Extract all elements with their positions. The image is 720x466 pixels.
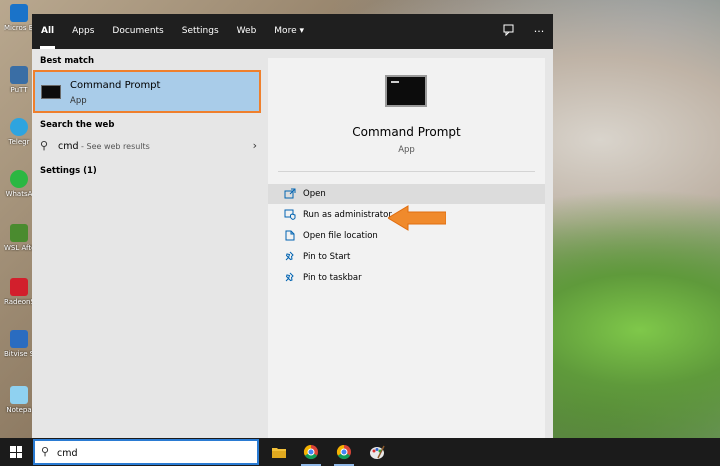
desktop-icon-label: PuTT — [10, 86, 28, 94]
settings-heading[interactable]: Settings (1) — [40, 166, 97, 176]
desktop-icon-label: WhatsA — [5, 190, 33, 198]
windows-start-icon[interactable] — [10, 446, 22, 458]
pin-icon — [284, 272, 296, 283]
whatsapp-icon — [10, 170, 28, 188]
preview-pane: Command Prompt App Open Run as administr… — [268, 58, 545, 438]
taskbar-search-box[interactable]: ⚲ — [33, 439, 259, 465]
desktop-icon-wsl[interactable]: WSL Afterbu — [4, 224, 34, 252]
web-hint: - See web results — [78, 142, 150, 151]
putty-icon — [10, 66, 28, 84]
run-as-admin-icon — [284, 209, 296, 220]
tab-more[interactable]: More ▾ — [265, 14, 313, 49]
desktop-icon-label: Micros Edge — [4, 24, 34, 32]
desktop-icon-radeon[interactable]: RadeonS — [4, 278, 34, 306]
search-icon: ⚲ — [40, 139, 49, 152]
best-match-command-prompt[interactable]: Command Prompt App — [33, 70, 261, 113]
web-result-row[interactable]: ⚲ cmd - See web results › — [32, 136, 265, 158]
telegram-icon — [10, 118, 28, 136]
action-label: Open — [303, 189, 326, 199]
action-label: Pin to Start — [303, 252, 351, 262]
taskbar: ⚲ — [0, 438, 720, 466]
wsl-icon — [10, 224, 28, 242]
file-explorer-icon[interactable] — [271, 444, 287, 460]
start-search-panel: All Apps Documents Settings Web More ▾ ·… — [32, 14, 553, 438]
search-web-heading: Search the web — [40, 120, 115, 130]
taskbar-search-input[interactable] — [57, 445, 247, 461]
command-prompt-large-icon — [385, 75, 427, 107]
action-pin-to-start[interactable]: Pin to Start — [268, 247, 545, 267]
best-match-heading: Best match — [40, 56, 95, 66]
desktop-icon-whatsapp[interactable]: WhatsA — [4, 170, 34, 198]
action-open[interactable]: Open — [268, 184, 545, 204]
desktop-icon-label: RadeonS — [4, 298, 34, 306]
action-pin-to-taskbar[interactable]: Pin to taskbar — [268, 268, 545, 288]
desktop-icon-label: Notepa — [6, 406, 32, 414]
preview-subtitle: App — [398, 145, 415, 155]
bitvise-icon — [10, 330, 28, 348]
search-icon: ⚲ — [41, 445, 50, 458]
action-label: Open file location — [303, 231, 378, 241]
chrome-icon[interactable] — [336, 444, 352, 460]
radeon-icon — [10, 278, 28, 296]
file-location-icon — [284, 230, 296, 241]
tab-web[interactable]: Web — [228, 14, 266, 49]
paint-icon[interactable] — [369, 444, 385, 460]
pin-icon — [284, 251, 296, 262]
results-list: Best match Command Prompt App Search the… — [32, 49, 265, 438]
desktop-icon-bitvise[interactable]: Bitvise SSH Client — [4, 330, 34, 358]
search-filter-bar: All Apps Documents Settings Web More ▾ ·… — [32, 14, 553, 49]
desktop-icon-edge[interactable]: Micros Edge — [4, 4, 34, 32]
chrome-icon[interactable] — [303, 444, 319, 460]
desktop-icon-label: Bitvise SSH Client — [4, 350, 34, 358]
open-icon — [284, 188, 296, 199]
tab-all[interactable]: All — [32, 14, 63, 49]
tab-apps[interactable]: Apps — [63, 14, 103, 49]
action-label: Run as administrator — [303, 210, 392, 220]
edge-icon — [10, 4, 28, 22]
notepad-icon — [10, 386, 28, 404]
topbar-actions: ··· — [501, 14, 547, 49]
desktop-icon-label: Telegr — [8, 138, 30, 146]
desktop-icon-label: WSL Afterbu — [4, 244, 34, 252]
desktop-icon-telegram[interactable]: Telegr — [4, 118, 34, 146]
annotation-arrow — [388, 205, 446, 231]
preview-title: Command Prompt — [352, 125, 461, 139]
more-options-icon[interactable]: ··· — [531, 25, 547, 38]
tab-documents[interactable]: Documents — [103, 14, 172, 49]
tab-settings[interactable]: Settings — [173, 14, 228, 49]
divider — [278, 171, 535, 172]
best-match-type: App — [70, 96, 87, 106]
best-match-name: Command Prompt — [70, 80, 161, 91]
web-result-text: cmd - See web results — [58, 141, 150, 152]
action-label: Pin to taskbar — [303, 273, 362, 283]
web-query: cmd — [58, 141, 79, 152]
chevron-right-icon[interactable]: › — [253, 139, 257, 152]
feedback-icon[interactable] — [501, 24, 517, 39]
desktop-icon-putty[interactable]: PuTT — [4, 66, 34, 94]
desktop-icon-notepad[interactable]: Notepa — [4, 386, 34, 414]
command-prompt-icon — [41, 85, 61, 99]
